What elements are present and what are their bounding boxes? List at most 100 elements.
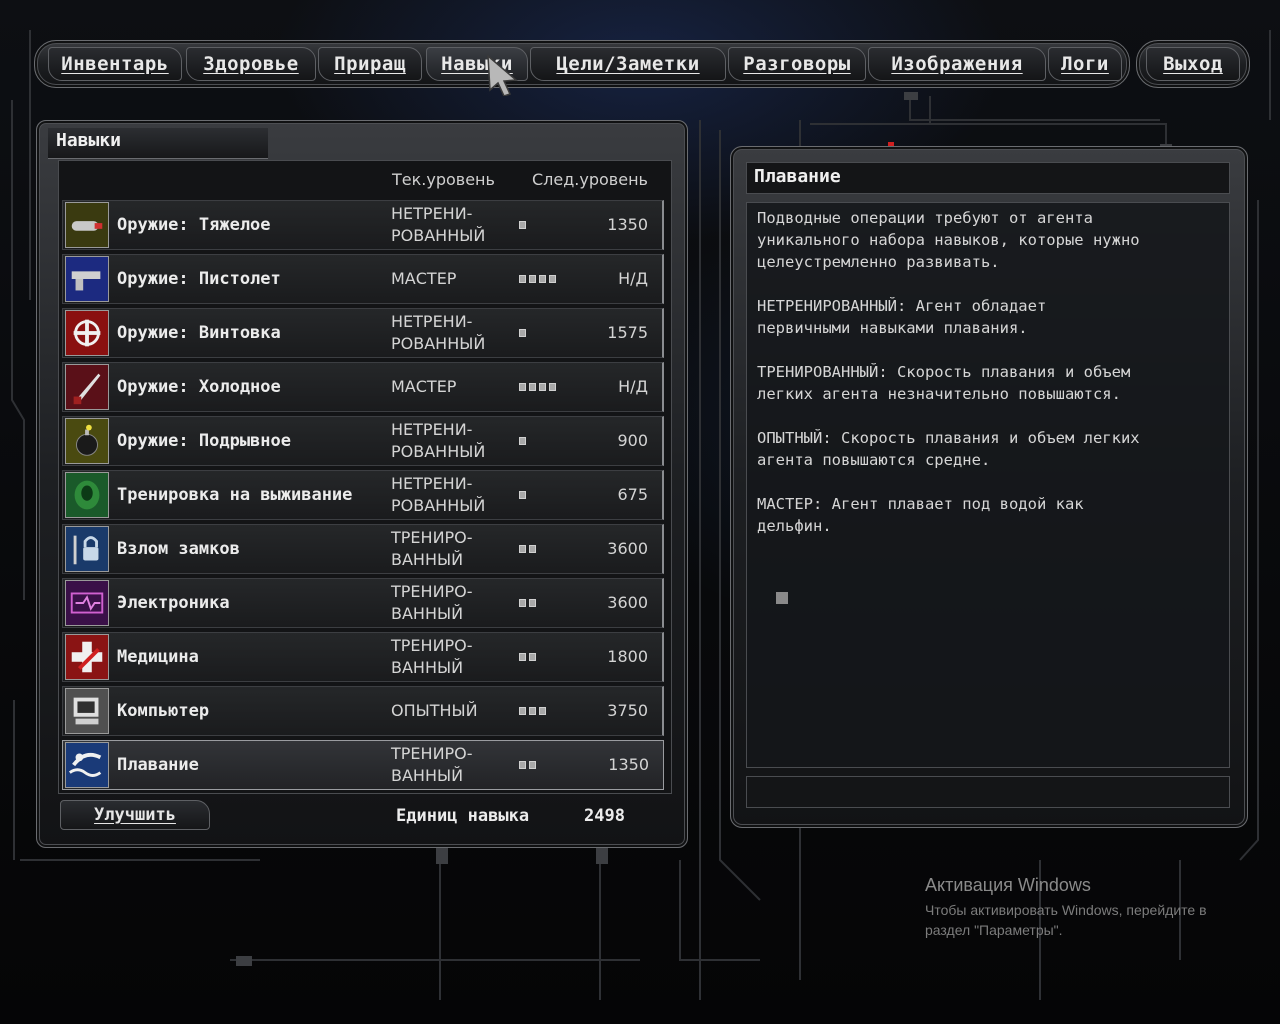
skill-level: ТРЕНИРО- ВАННЫЙ xyxy=(391,582,473,623)
survival-icon xyxy=(65,472,109,518)
level-pip xyxy=(539,707,546,715)
skill-level: НЕТРЕНИ- РОВАННЫЙ xyxy=(391,204,486,245)
skill-cost: 1575 xyxy=(607,323,648,342)
skill-cost: Н/Д xyxy=(618,269,648,288)
skill-level-pips xyxy=(519,383,556,393)
skill-level: НЕТРЕНИ- РОВАННЫЙ xyxy=(391,312,486,353)
level-pip xyxy=(519,275,526,283)
level-pip xyxy=(529,275,536,283)
skill-cost: 3600 xyxy=(607,539,648,558)
level-pip xyxy=(529,599,536,607)
skill-name: Тренировка на выживание xyxy=(117,485,353,505)
knife-icon xyxy=(65,364,109,410)
level-pip xyxy=(519,599,526,607)
skill-name: Плавание xyxy=(117,755,199,775)
skill-cost: 1350 xyxy=(608,755,649,774)
skill-level-pips xyxy=(519,329,526,339)
skill-name: Взлом замков xyxy=(117,539,240,559)
tab-logs[interactable]: Логи xyxy=(1048,47,1122,81)
level-pip xyxy=(519,437,526,445)
skill-level-pips xyxy=(519,437,526,447)
skill-row[interactable]: Оружие: Тяжелое НЕТРЕНИ- РОВАННЫЙ 1350 xyxy=(62,200,664,250)
cursor-square xyxy=(776,592,788,604)
skill-level-pips xyxy=(519,221,526,231)
skill-level-pips xyxy=(519,275,556,285)
skill-level: ОПЫТНЫЙ xyxy=(391,701,478,720)
level-pip xyxy=(529,707,536,715)
skill-points-label: Единиц навыка xyxy=(396,806,530,826)
tab-inventory[interactable]: Инвентарь xyxy=(48,47,182,81)
upgrade-button[interactable]: Улучшить xyxy=(60,800,210,830)
pistol-icon xyxy=(65,256,109,302)
level-pip xyxy=(519,329,526,337)
activation-watermark-text: Чтобы активировать Windows, перейдите в … xyxy=(925,902,1207,938)
skill-level: ТРЕНИРО- ВАННЫЙ xyxy=(391,636,473,677)
skill-cost: 1350 xyxy=(607,215,648,234)
column-next-level: След.уровень xyxy=(532,170,648,189)
mouse-cursor-icon xyxy=(487,54,518,96)
level-pip xyxy=(519,761,526,769)
skill-name: Оружие: Холодное xyxy=(117,377,281,397)
tab-conversations[interactable]: Разговоры xyxy=(728,47,866,81)
skill-cost: Н/Д xyxy=(618,377,648,396)
level-pip xyxy=(519,383,526,391)
skill-level-pips xyxy=(519,491,526,501)
level-pip xyxy=(539,275,546,283)
exit-button[interactable]: Выход xyxy=(1146,47,1240,81)
skills-panel-title: Навыки xyxy=(56,130,122,151)
skill-name: Медицина xyxy=(117,647,199,667)
skill-name: Оружие: Винтовка xyxy=(117,323,281,343)
level-pip xyxy=(549,275,556,283)
swimming-icon xyxy=(65,742,109,788)
skill-name: Оружие: Тяжелое xyxy=(117,215,271,235)
level-pip xyxy=(549,383,556,391)
skill-name: Электроника xyxy=(117,593,230,613)
skill-row[interactable]: Электроника ТРЕНИРО- ВАННЫЙ 3600 xyxy=(62,578,664,628)
skill-cost: 900 xyxy=(617,431,648,450)
skill-level-pips xyxy=(519,545,536,555)
skill-cost: 3600 xyxy=(607,593,648,612)
skill-level: ТРЕНИРО- ВАННЫЙ xyxy=(391,744,473,785)
skill-row[interactable]: Оружие: Холодное МАСТЕР Н/Д xyxy=(62,362,664,412)
level-pip xyxy=(529,545,536,553)
tab-images[interactable]: Изображения xyxy=(868,47,1046,81)
tab-goals-notes[interactable]: Цели/Заметки xyxy=(530,47,726,81)
heavy-weapon-icon xyxy=(65,202,109,248)
activation-watermark-title: Активация Windows xyxy=(925,875,1091,895)
column-current-level: Тек.уровень xyxy=(392,170,495,189)
skill-row[interactable]: Медицина ТРЕНИРО- ВАННЫЙ 1800 xyxy=(62,632,664,682)
medicine-icon xyxy=(65,634,109,680)
skill-row[interactable]: Оружие: Винтовка НЕТРЕНИ- РОВАННЫЙ 1575 xyxy=(62,308,664,358)
description-text: Подводные операции требуют от агента уни… xyxy=(757,209,1140,535)
skill-row[interactable]: Взлом замков ТРЕНИРО- ВАННЫЙ 3600 xyxy=(62,524,664,574)
skill-level: МАСТЕР xyxy=(391,377,457,396)
skill-cost: 675 xyxy=(617,485,648,504)
tab-health[interactable]: Здоровье xyxy=(186,47,316,81)
description-title: Плавание xyxy=(754,166,841,187)
skill-row[interactable]: Тренировка на выживание НЕТРЕНИ- РОВАННЫЙ… xyxy=(62,470,664,520)
skill-row[interactable]: Оружие: Пистолет МАСТЕР Н/Д xyxy=(62,254,664,304)
skill-level-pips xyxy=(519,761,536,771)
level-pip xyxy=(519,653,526,661)
skill-row[interactable]: Оружие: Подрывное НЕТРЕНИ- РОВАННЫЙ 900 xyxy=(62,416,664,466)
description-footer xyxy=(746,776,1230,808)
level-pip xyxy=(519,707,526,715)
lockpick-icon xyxy=(65,526,109,572)
skill-points-value: 2498 xyxy=(584,806,625,826)
skill-row[interactable]: Компьютер ОПЫТНЫЙ 3750 xyxy=(62,686,664,736)
level-pip xyxy=(539,383,546,391)
skill-cost: 1800 xyxy=(607,647,648,666)
skill-level-pips xyxy=(519,707,546,717)
skill-name: Компьютер xyxy=(117,701,210,721)
skill-row[interactable]: Плавание ТРЕНИРО- ВАННЫЙ 1350 xyxy=(62,740,664,790)
skill-level: МАСТЕР xyxy=(391,269,457,288)
level-pip xyxy=(529,761,536,769)
tab-augmentations[interactable]: Приращ xyxy=(318,47,422,81)
computer-icon xyxy=(65,688,109,734)
skill-name: Оружие: Пистолет xyxy=(117,269,281,289)
rifle-icon xyxy=(65,310,109,356)
skill-level-pips xyxy=(519,653,536,663)
electronics-icon xyxy=(65,580,109,626)
level-pip xyxy=(529,653,536,661)
skill-name: Оружие: Подрывное xyxy=(117,431,291,451)
